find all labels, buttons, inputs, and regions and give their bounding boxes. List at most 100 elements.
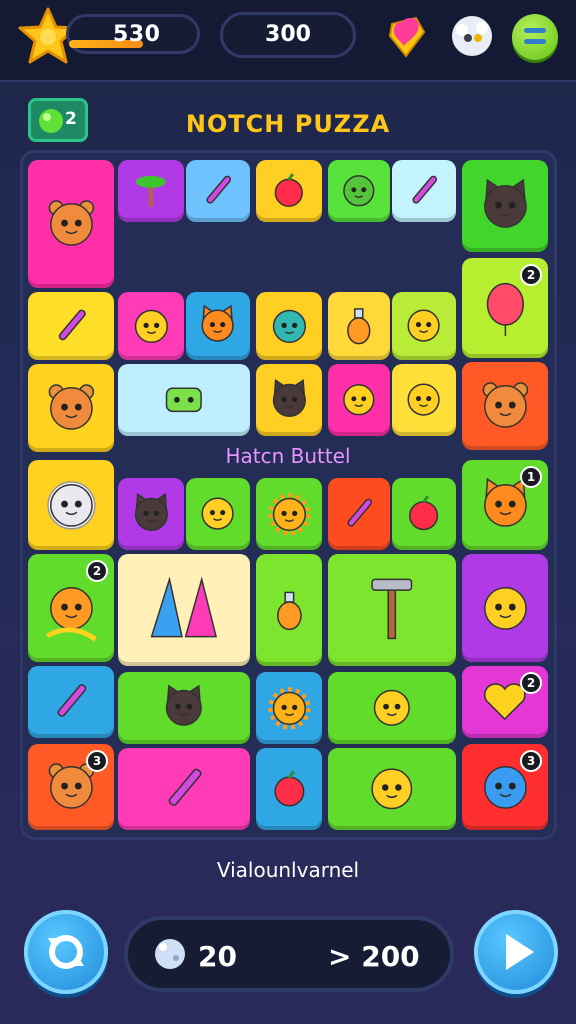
cloud-icon[interactable] <box>448 12 496 60</box>
footer-caption: Vialounlvarnel <box>216 858 360 882</box>
board-tile[interactable] <box>118 364 250 436</box>
board-tile[interactable] <box>118 292 184 360</box>
board-tile[interactable] <box>328 364 390 436</box>
frog-face-icon <box>328 160 390 222</box>
score-value: 530 <box>113 22 161 47</box>
tile-count-badge: 2 <box>520 672 542 694</box>
crayon-icon <box>28 666 114 738</box>
board-tile[interactable]: 3 <box>28 744 114 830</box>
refresh-icon <box>48 935 84 969</box>
board-tile[interactable] <box>328 292 390 360</box>
board-tile[interactable] <box>118 672 250 744</box>
board-tile[interactable]: 3 <box>462 744 548 830</box>
dragon-icon <box>328 364 390 436</box>
board-tile[interactable] <box>256 364 322 436</box>
board-tile[interactable] <box>28 364 114 452</box>
sheep-face-icon <box>28 460 114 550</box>
pencil-icon <box>328 478 390 550</box>
popsicle-icon <box>462 554 548 662</box>
hammer-icon <box>328 554 456 666</box>
sun-face-icon <box>256 478 322 550</box>
board-tile[interactable] <box>118 748 250 830</box>
leaf-creature-icon <box>392 364 456 436</box>
tile-count-badge: 3 <box>86 750 108 772</box>
palm-tree-icon <box>118 160 184 222</box>
board-tile[interactable] <box>118 478 184 550</box>
strawberry-icon <box>392 478 456 550</box>
target-score: > 200 <box>328 940 420 973</box>
board-tile[interactable] <box>328 554 456 666</box>
board-tile[interactable] <box>28 460 114 550</box>
board-tile[interactable]: 2 <box>28 554 114 662</box>
board-tile[interactable]: 2 <box>462 666 548 738</box>
bear-face-icon <box>28 160 114 288</box>
board-tile[interactable] <box>462 160 548 252</box>
cat-face-icon <box>118 672 250 744</box>
board-tile[interactable] <box>256 748 322 830</box>
board-tile[interactable] <box>328 160 390 222</box>
crayon-icon <box>186 160 250 222</box>
board-tile[interactable] <box>328 672 456 744</box>
board-tile[interactable] <box>392 292 456 360</box>
cat-face-icon <box>118 478 184 550</box>
play-icon <box>506 934 534 970</box>
board-tile[interactable] <box>256 292 322 360</box>
moves-left: 20 <box>198 940 237 973</box>
board-tile[interactable] <box>118 554 250 666</box>
orange-pair-icon <box>328 748 456 830</box>
snowball-icon <box>155 939 185 969</box>
crayon-icon <box>28 292 114 360</box>
cat-face-icon <box>462 160 548 252</box>
board-tile[interactable] <box>186 292 250 360</box>
robot-face-icon <box>118 364 250 436</box>
coin-value: 300 <box>265 22 311 47</box>
cat-pair-icon <box>328 672 456 744</box>
board-tile[interactable] <box>462 362 548 450</box>
board-tile[interactable]: 1 <box>462 460 548 550</box>
board-tile[interactable]: 2 <box>462 258 548 358</box>
crown-fruit-icon <box>186 478 250 550</box>
board-tile[interactable] <box>256 160 322 222</box>
bear-face-icon <box>28 364 114 452</box>
pencil-icon <box>392 160 456 222</box>
board-tile[interactable] <box>256 554 322 666</box>
shuffle-button[interactable] <box>24 910 108 994</box>
board-tile[interactable] <box>28 160 114 288</box>
tile-count-badge: 2 <box>520 264 542 286</box>
crayons-icon <box>118 748 250 830</box>
bottle-icon <box>328 292 390 360</box>
board-tile[interactable] <box>118 160 184 222</box>
board-tile[interactable] <box>328 478 390 550</box>
berry-icon <box>256 748 322 830</box>
board-tile[interactable] <box>392 160 456 222</box>
sun-icon <box>256 672 322 744</box>
board-tile[interactable] <box>186 160 250 222</box>
board-tile[interactable] <box>28 292 114 360</box>
bear-face-icon <box>462 362 548 450</box>
fox-face-icon <box>186 292 250 360</box>
eye-creature-icon <box>392 292 456 360</box>
board-tile[interactable] <box>28 666 114 738</box>
score-bar: 530 <box>66 14 200 54</box>
board-tile[interactable] <box>392 478 456 550</box>
heart-gem-icon[interactable] <box>382 12 430 60</box>
board-subtitle: Hatcn Buttel <box>225 444 351 468</box>
moves-bar: 20 > 200 <box>124 916 454 992</box>
menu-button[interactable] <box>512 14 558 60</box>
board-tile[interactable] <box>186 478 250 550</box>
ball-face-icon <box>256 292 322 360</box>
tile-count-badge: 2 <box>86 560 108 582</box>
board-tile[interactable] <box>462 554 548 662</box>
banana-icon <box>118 292 184 360</box>
coin-counter: 300 <box>220 12 356 58</box>
board-tile[interactable] <box>392 364 456 436</box>
board-tile[interactable] <box>328 748 456 830</box>
menu-line-icon <box>524 39 546 44</box>
cat-face-icon <box>256 364 322 436</box>
play-button[interactable] <box>474 910 558 994</box>
game-title: NOTCH PUZZA <box>185 110 391 138</box>
tile-count-badge: 1 <box>520 466 542 488</box>
wizard-hats-icon <box>118 554 250 666</box>
board-tile[interactable] <box>256 478 322 550</box>
board-tile[interactable] <box>256 672 322 744</box>
